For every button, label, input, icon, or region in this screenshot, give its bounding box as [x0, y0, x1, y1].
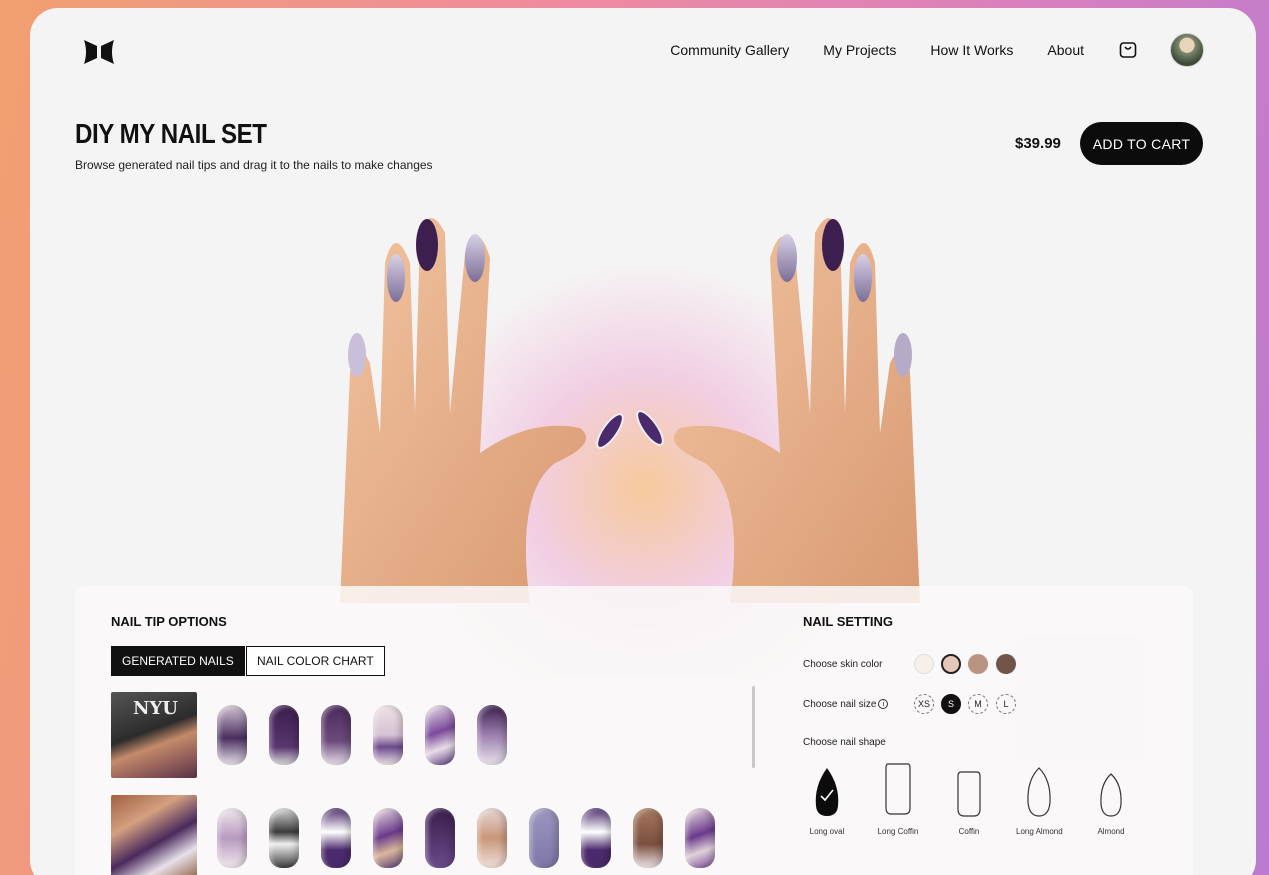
shopping-bag-icon[interactable] [1118, 40, 1138, 60]
right-hand [673, 218, 920, 603]
left-hand [340, 218, 587, 603]
nav-about[interactable]: About [1047, 42, 1084, 58]
tab-nail-color-chart[interactable]: NAIL COLOR CHART [246, 646, 385, 676]
generated-row-1: NYU [111, 692, 529, 778]
nail-tip[interactable] [373, 808, 403, 868]
nail-right-index[interactable] [777, 234, 797, 282]
nail-left-ring[interactable] [387, 254, 405, 302]
size-option-xs[interactable]: XS [914, 694, 934, 714]
add-to-cart-button[interactable]: ADD TO CART [1080, 122, 1203, 165]
long-oval-shape-icon [815, 768, 839, 816]
shape-long-oval[interactable]: Long oval [807, 766, 847, 836]
shape-label: Long Coffin [877, 827, 919, 836]
size-option-s[interactable]: S [941, 694, 961, 714]
nail-right-thumb[interactable] [633, 408, 667, 449]
nail-tip[interactable] [321, 705, 351, 765]
shape-long-almond[interactable]: Long Almond [1016, 766, 1063, 836]
nail-tip[interactable] [373, 705, 403, 765]
nail-left-thumb[interactable] [593, 411, 627, 452]
nail-shape-label: Choose nail shape [803, 737, 886, 748]
nail-tip[interactable] [217, 808, 247, 868]
page-subtitle: Browse generated nail tips and drag it t… [75, 158, 433, 172]
tips-scrollbar[interactable] [752, 686, 755, 768]
shape-label: Coffin [958, 827, 980, 836]
page-title: DIY MY NAIL SET [75, 118, 267, 149]
shape-label: Long Almond [1016, 827, 1063, 836]
nail-left-pinky[interactable] [348, 333, 366, 377]
skin-swatch-2[interactable] [941, 654, 961, 674]
info-icon[interactable]: i [878, 699, 889, 710]
shape-long-coffin[interactable]: Long Coffin [875, 762, 921, 836]
shape-coffin[interactable]: Coffin [949, 766, 989, 836]
inspiration-thumbnail[interactable] [111, 795, 197, 875]
nail-left-index[interactable] [465, 234, 485, 282]
nail-tip[interactable] [477, 808, 507, 868]
long-almond-shape-icon [1027, 767, 1051, 817]
skin-swatch-4[interactable] [996, 654, 1016, 674]
skin-color-label: Choose skin color [803, 659, 883, 670]
nav-community-gallery[interactable]: Community Gallery [670, 42, 789, 58]
nail-right-pinky[interactable] [894, 333, 912, 377]
nail-right-ring[interactable] [854, 254, 872, 302]
shape-label: Almond [1097, 827, 1125, 836]
nail-tip[interactable] [477, 705, 507, 765]
size-option-l[interactable]: L [996, 694, 1016, 714]
long-coffin-shape-icon [885, 763, 911, 815]
top-nav: Community Gallery My Projects How It Wor… [636, 32, 1204, 68]
options-panel: NAIL TIP OPTIONS GENERATED NAILS NAIL CO… [75, 586, 1193, 875]
brand-logo[interactable] [82, 38, 116, 66]
nail-tip[interactable] [581, 808, 611, 868]
nail-tip[interactable] [269, 808, 299, 868]
almond-shape-icon [1100, 773, 1122, 817]
generated-row-2 [111, 795, 737, 875]
nail-size-label: Choose nail size i [803, 699, 889, 710]
nail-right-middle[interactable] [822, 219, 844, 271]
nail-tip[interactable] [633, 808, 663, 868]
nav-my-projects[interactable]: My Projects [823, 42, 896, 58]
user-avatar[interactable] [1170, 33, 1204, 67]
nail-setting-title: NAIL SETTING [803, 614, 894, 629]
skin-swatch-3[interactable] [968, 654, 988, 674]
app-window: Community Gallery My Projects How It Wor… [30, 8, 1256, 875]
nail-tip[interactable] [685, 808, 715, 868]
size-option-m[interactable]: M [968, 694, 988, 714]
price-label: $39.99 [1015, 135, 1061, 152]
tab-generated-nails[interactable]: GENERATED NAILS [111, 646, 245, 676]
nail-left-middle[interactable] [416, 219, 438, 271]
nail-tip[interactable] [529, 808, 559, 868]
inspiration-thumbnail[interactable]: NYU [111, 692, 197, 778]
nail-tip[interactable] [217, 705, 247, 765]
nail-size-label-text: Choose nail size [803, 699, 877, 710]
nail-tip-options-title: NAIL TIP OPTIONS [111, 614, 227, 629]
nail-tip[interactable] [269, 705, 299, 765]
nail-tip[interactable] [321, 808, 351, 868]
nail-tip[interactable] [425, 705, 455, 765]
hands-preview-image [340, 218, 920, 603]
thumbnail-text: NYU [133, 698, 178, 719]
nail-tip[interactable] [425, 808, 455, 868]
coffin-shape-icon [957, 771, 981, 817]
skin-swatch-1[interactable] [914, 654, 934, 674]
nav-how-it-works[interactable]: How It Works [930, 42, 1013, 58]
shape-almond[interactable]: Almond [1091, 766, 1131, 836]
shape-label: Long oval [809, 827, 845, 836]
